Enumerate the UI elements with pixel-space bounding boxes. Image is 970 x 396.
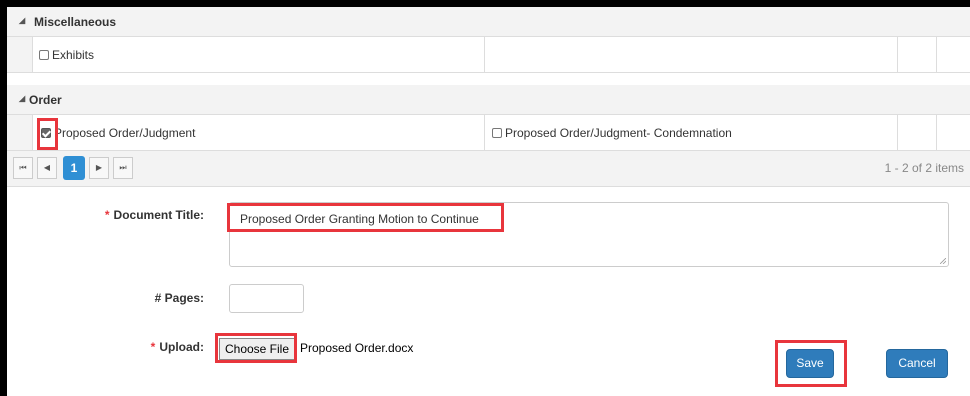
pages-input[interactable] <box>229 284 304 313</box>
required-mark: * <box>104 208 110 222</box>
table-cell: Proposed Order/Judgment- Condemnation <box>485 115 898 150</box>
table-cell: Exhibits <box>33 37 485 72</box>
group-header-miscellaneous[interactable]: ◢ Miscellaneous <box>7 7 970 37</box>
prev-page-icon[interactable]: ◀ <box>37 157 57 179</box>
next-page-icon[interactable]: ▶ <box>89 157 109 179</box>
file-name: Proposed Order.docx <box>300 341 414 355</box>
row-indent <box>7 37 33 72</box>
last-page-icon[interactable]: ⏭ <box>113 157 133 179</box>
collapse-arrow-icon[interactable]: ◢ <box>19 16 25 25</box>
pager: ⏮ ◀ 1 ▶ ⏭ 1 - 2 of 2 items <box>7 151 970 187</box>
cancel-button[interactable]: Cancel <box>886 349 948 378</box>
proposed-condemnation-checkbox[interactable] <box>492 128 502 138</box>
exhibits-checkbox-item[interactable]: Exhibits <box>39 48 94 62</box>
checkbox-label: Proposed Order/Judgment- Condemnation <box>505 126 732 140</box>
highlight-choose-file <box>215 333 297 363</box>
row-indent <box>7 115 33 150</box>
pager-info: 1 - 2 of 2 items <box>884 161 964 175</box>
proposed-order-checkbox-item[interactable]: Proposed Order/Judgment <box>41 126 195 140</box>
table-cell <box>898 37 937 72</box>
page-number-current[interactable]: 1 <box>63 156 85 180</box>
document-grid-panel: ◢ Miscellaneous Exhibits ◢ Order Propose… <box>7 7 970 396</box>
group-label: Order <box>29 93 62 107</box>
highlight-save <box>775 340 847 387</box>
checkbox-label: Exhibits <box>52 48 95 62</box>
document-title-label: * Document Title: <box>104 208 204 222</box>
highlight-title <box>227 203 504 232</box>
group-header-order[interactable]: ◢ Order <box>7 85 970 115</box>
table-cell: Proposed Order/Judgment <box>33 115 485 150</box>
table-row: Exhibits <box>7 37 970 73</box>
pages-label: # Pages: <box>154 291 204 305</box>
table-cell <box>898 115 937 150</box>
upload-label: * Upload: <box>150 340 204 354</box>
collapse-arrow-icon[interactable]: ◢ <box>19 94 25 103</box>
checkbox-label: Proposed Order/Judgment <box>54 126 196 140</box>
table-row: Proposed Order/Judgment Proposed Order/J… <box>7 115 970 151</box>
required-mark: * <box>150 340 156 354</box>
group-label: Miscellaneous <box>34 15 117 29</box>
table-cell <box>485 37 898 72</box>
proposed-condemnation-checkbox-item[interactable]: Proposed Order/Judgment- Condemnation <box>492 126 732 140</box>
exhibits-checkbox[interactable] <box>39 50 49 60</box>
highlight-checkbox <box>37 118 58 150</box>
resize-handle-icon[interactable] <box>940 258 946 264</box>
first-page-icon[interactable]: ⏮ <box>13 157 33 179</box>
